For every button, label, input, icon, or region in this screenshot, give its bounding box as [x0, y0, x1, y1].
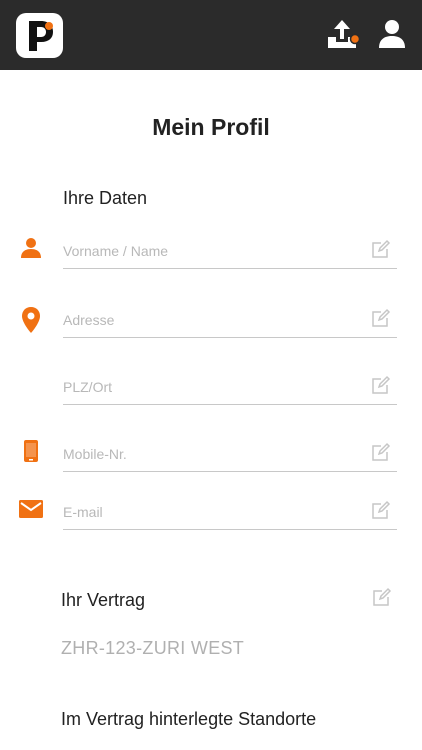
zip-city-field	[63, 369, 397, 405]
contract-number: ZHR-123-ZURI WEST	[61, 638, 245, 658]
logo-icon[interactable]	[16, 13, 63, 58]
person-icon	[20, 237, 42, 259]
edit-zip-city-icon[interactable]	[371, 375, 391, 395]
edit-name-icon[interactable]	[371, 239, 391, 259]
name-field	[63, 233, 397, 269]
edit-address-icon[interactable]	[371, 308, 391, 328]
section-title-locations: Im Vertrag hinterlegte Standorte	[61, 709, 317, 729]
zip-city-input[interactable]	[63, 375, 353, 399]
mobile-field	[63, 436, 397, 472]
email-field	[63, 494, 397, 530]
location-pin-icon	[21, 307, 41, 333]
upload-icon[interactable]	[326, 19, 361, 51]
email-input[interactable]	[63, 500, 353, 524]
envelope-icon	[19, 500, 43, 518]
top-bar	[0, 0, 422, 70]
edit-contract-icon[interactable]	[372, 587, 392, 607]
user-icon[interactable]	[378, 19, 406, 49]
mobile-phone-icon	[24, 440, 38, 462]
page-title: Mein Profil	[152, 114, 270, 140]
section-title-contract: Ihr Vertrag	[61, 590, 146, 610]
name-input[interactable]	[63, 239, 353, 263]
profile-page: Mein Profil Ihre Daten Vorname / Name Ad…	[0, 70, 422, 750]
address-input[interactable]	[63, 308, 353, 332]
section-title-your-data: Ihre Daten	[63, 188, 148, 208]
edit-mobile-icon[interactable]	[371, 442, 391, 462]
mobile-input[interactable]	[63, 442, 353, 466]
address-field	[63, 302, 397, 338]
edit-email-icon[interactable]	[371, 500, 391, 520]
